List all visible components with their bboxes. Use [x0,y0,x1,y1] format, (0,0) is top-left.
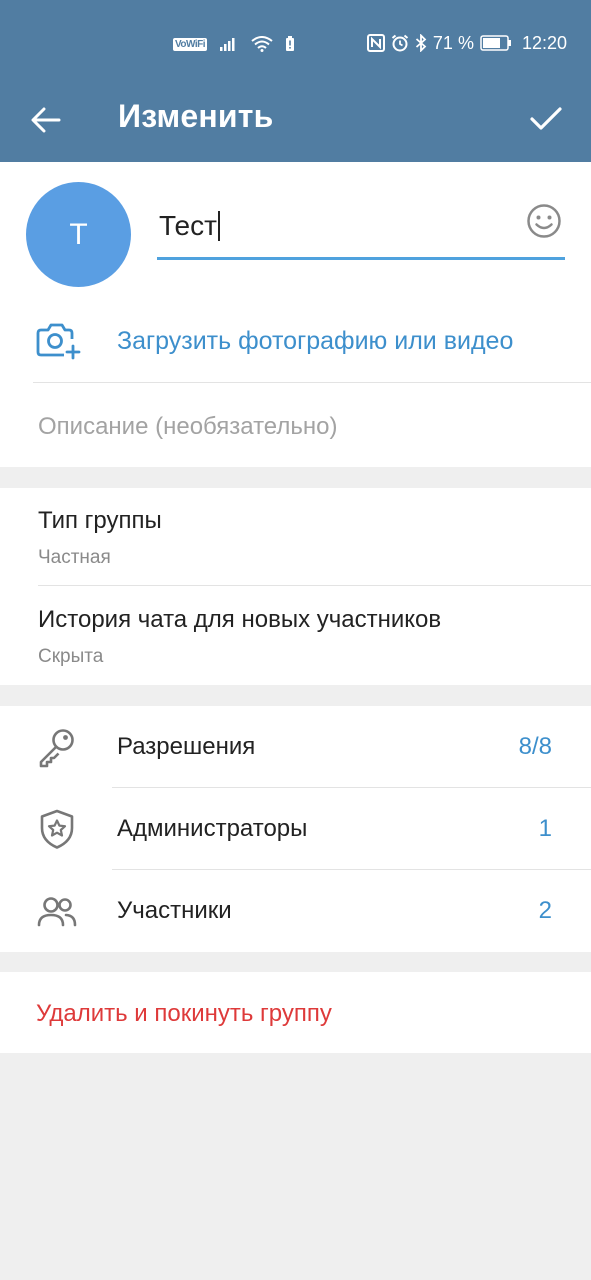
group-name-value: Тест [159,210,217,241]
upload-photo-label: Загрузить фотографию или видео [117,327,514,355]
permissions-row[interactable]: Разрешения 8/8 [0,706,591,788]
group-settings-section: Тип группы Частная История чата для новы… [0,488,591,685]
vowifi-badge: VoWiFi [173,37,208,51]
avatar-letter: Т [69,217,88,251]
status-left: VoWiFi [173,33,295,55]
users-icon [37,897,77,927]
status-bar: VoWiFi 71 % 12:20 [0,0,591,86]
back-button[interactable] [22,96,70,144]
group-name-field[interactable]: Тест [157,192,565,260]
administrators-label: Администраторы [117,815,308,842]
status-right: 71 % 12:20 [366,30,567,56]
signal-icon [220,38,235,51]
alarm-icon [391,34,409,52]
members-label: Участники [117,897,232,924]
key-icon [39,729,74,768]
toolbar: Изменить [0,86,591,162]
management-section: Разрешения 8/8 Администраторы 1 Участник… [0,706,591,952]
text-caret [217,211,220,241]
avatar[interactable]: Т [26,182,131,287]
app-header: VoWiFi 71 % 12:20 Изменить [0,0,591,162]
wifi-icon [251,36,273,52]
members-row[interactable]: Участники 2 [0,870,591,952]
delete-and-leave-button[interactable]: Удалить и покинуть группу [36,1000,332,1028]
shield-star-icon [40,809,74,849]
group-type-value: Частная [38,547,111,568]
status-time: 12:20 [521,32,567,53]
battery-alert-icon [286,36,295,51]
group-name-input[interactable]: Тест [159,210,220,242]
chat-history-title: История чата для новых участников [38,606,442,633]
chat-history-value: Скрыта [38,646,104,667]
permissions-count: 8/8 [518,733,552,760]
divider [38,585,591,586]
arrow-back-icon [31,107,61,133]
bluetooth-icon [415,34,427,52]
battery-icon [480,35,511,51]
emoji-button[interactable] [525,202,563,240]
divider [33,382,591,383]
danger-section: Удалить и покинуть группу [0,972,591,1053]
administrators-row[interactable]: Администраторы 1 [0,788,591,870]
smiley-icon [527,204,561,238]
permissions-label: Разрешения [117,733,256,760]
description-input[interactable]: Описание (необязательно) [38,413,337,441]
camera-add-icon [36,323,81,360]
save-button[interactable] [521,94,571,144]
upload-photo-button[interactable]: Загрузить фотографию или видео [0,310,591,382]
page-title: Изменить [118,98,274,134]
group-info-section: Т Тест Загрузить фотографию или видео Оп… [0,162,591,467]
members-count: 2 [538,897,552,924]
nfc-icon [366,34,385,52]
administrators-count: 1 [538,815,552,842]
check-icon [530,107,562,130]
group-type-title: Тип группы [38,507,162,534]
battery-percent: 71 % [432,32,474,53]
